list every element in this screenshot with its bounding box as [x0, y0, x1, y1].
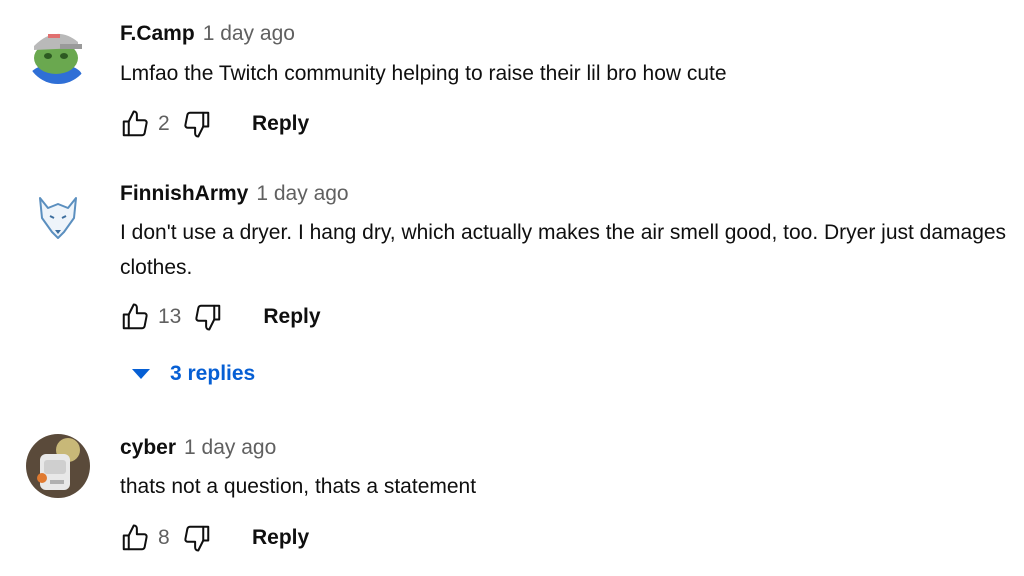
cyber-avatar-icon [26, 434, 90, 498]
like-count: 13 [158, 305, 182, 328]
avatar[interactable] [26, 184, 90, 248]
author-line: FinnishArmy 1 day ago [120, 181, 349, 207]
view-replies-button[interactable]: 3 replies [132, 362, 255, 386]
like-count: 2 [158, 112, 170, 135]
comment-item: cyber 1 day ago thats not a question, tha… [0, 420, 1024, 576]
thumbs-down-icon [184, 525, 210, 552]
frog-cap-avatar-icon [26, 20, 90, 84]
caret-down-icon [132, 369, 150, 379]
thumbs-up-icon [122, 303, 148, 330]
replies-count-label: 3 replies [170, 362, 256, 385]
reply-button[interactable]: Reply [252, 112, 309, 136]
comment-text: thats not a question, thats a statement [120, 475, 477, 498]
reply-button[interactable]: Reply [252, 526, 309, 550]
author-name[interactable]: F.Camp [120, 22, 195, 45]
dislike-button[interactable] [180, 107, 214, 141]
comment-text: I don't use a dryer. I hang dry, which a… [120, 221, 1007, 279]
comment-timestamp[interactable]: 1 day ago [256, 182, 348, 205]
thumbs-up-icon [122, 110, 148, 137]
thumbs-down-icon [195, 304, 221, 331]
comment-item: F.Camp 1 day ago Lmfao the Twitch communi… [0, 0, 1024, 160]
author-line: cyber 1 day ago [120, 435, 276, 461]
like-button[interactable] [118, 107, 152, 141]
dislike-button[interactable] [191, 300, 225, 334]
dislike-button[interactable] [180, 521, 214, 555]
thumbs-up-icon [122, 524, 148, 551]
reply-button[interactable]: Reply [263, 305, 320, 329]
thumbs-down-icon [184, 111, 210, 138]
comment-timestamp[interactable]: 1 day ago [184, 436, 276, 459]
author-name[interactable]: cyber [120, 436, 176, 459]
comment-text: Lmfao the Twitch community helping to ra… [120, 62, 727, 85]
avatar[interactable] [26, 434, 90, 498]
comment-actions: 8 Reply [118, 520, 309, 556]
wolf-avatar-icon [26, 184, 90, 248]
comment-actions: 2 Reply [118, 106, 309, 142]
like-button[interactable] [118, 300, 152, 334]
comment-actions: 13 Reply [118, 299, 321, 335]
like-button[interactable] [118, 521, 152, 555]
comment-item: FinnishArmy 1 day ago I don't use a dryer… [0, 160, 1024, 420]
like-count: 8 [158, 526, 170, 549]
author-line: F.Camp 1 day ago [120, 21, 295, 47]
comment-timestamp[interactable]: 1 day ago [203, 22, 295, 45]
avatar[interactable] [26, 20, 90, 84]
author-name[interactable]: FinnishArmy [120, 182, 248, 205]
